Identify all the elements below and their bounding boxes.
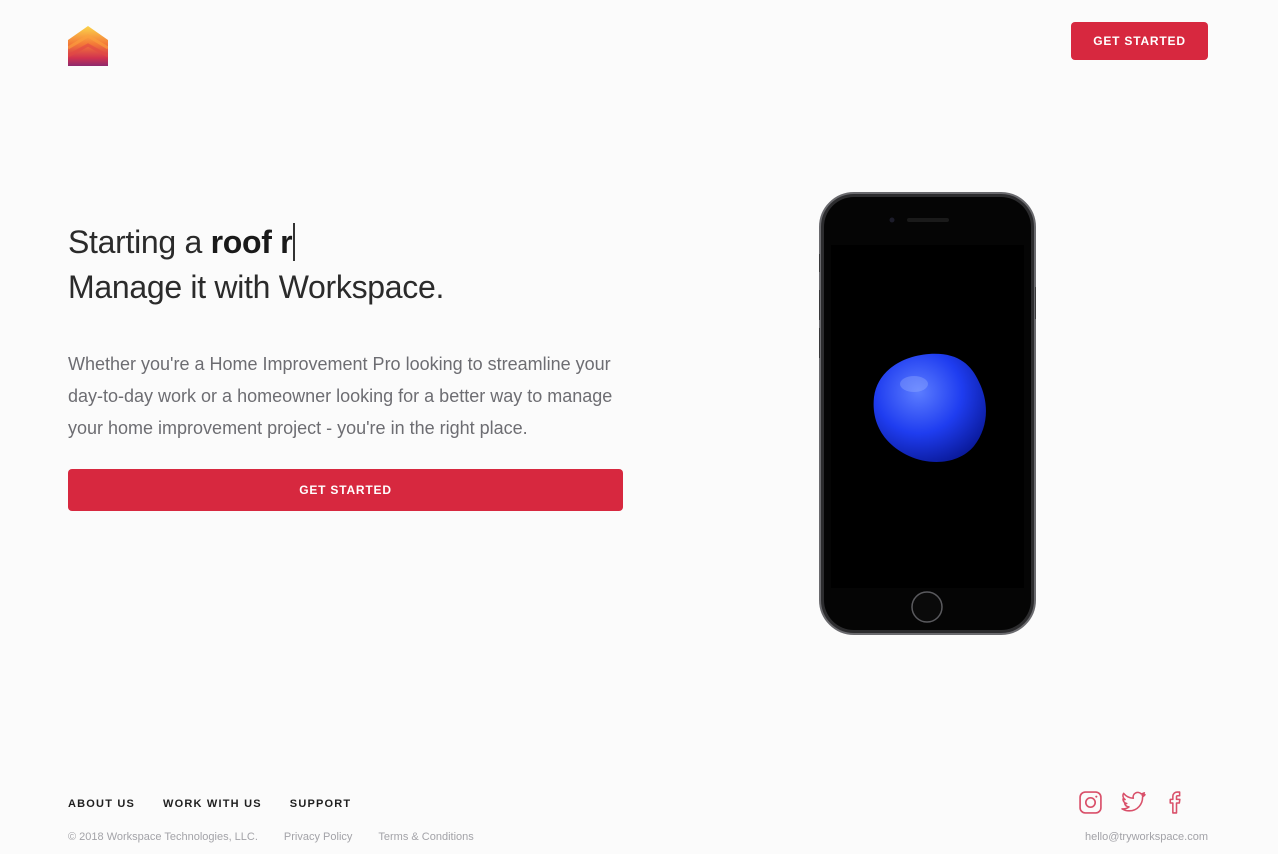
- workspace-logo-icon[interactable]: [67, 26, 109, 66]
- hero-headline: Starting a roof r Manage it with Workspa…: [68, 220, 628, 310]
- social-links: [1078, 790, 1189, 815]
- terms-conditions-link[interactable]: Terms & Conditions: [378, 831, 473, 843]
- instagram-icon[interactable]: [1078, 790, 1103, 815]
- headline-prefix: Starting a: [68, 224, 211, 260]
- contact-email-link[interactable]: hello@tryworkspace.com: [1085, 831, 1208, 843]
- header-get-started-button[interactable]: GET STARTED: [1071, 22, 1208, 60]
- footer-link-work-with-us[interactable]: WORK WITH US: [163, 798, 262, 810]
- hero-section: Starting a roof r Manage it with Workspa…: [68, 220, 628, 444]
- headline-typed-word: roof r: [210, 224, 293, 260]
- facebook-icon[interactable]: [1164, 790, 1189, 815]
- footer-nav: ABOUT US WORK WITH US SUPPORT: [68, 798, 351, 810]
- typing-cursor: [293, 223, 296, 261]
- footer-link-about-us[interactable]: ABOUT US: [68, 798, 135, 810]
- iphone-mockup-image: [817, 192, 1038, 635]
- footer-link-support[interactable]: SUPPORT: [290, 798, 352, 810]
- headline-line-2: Manage it with Workspace.: [68, 269, 445, 305]
- hero-description: Whether you're a Home Improvement Pro lo…: [68, 354, 613, 438]
- twitter-icon[interactable]: [1121, 790, 1146, 815]
- footer-legal: © 2018 Workspace Technologies, LLC. Priv…: [68, 831, 474, 843]
- privacy-policy-link[interactable]: Privacy Policy: [284, 831, 352, 843]
- hero-get-started-button[interactable]: GET STARTED: [68, 469, 623, 511]
- copyright-text: © 2018 Workspace Technologies, LLC.: [68, 831, 258, 843]
